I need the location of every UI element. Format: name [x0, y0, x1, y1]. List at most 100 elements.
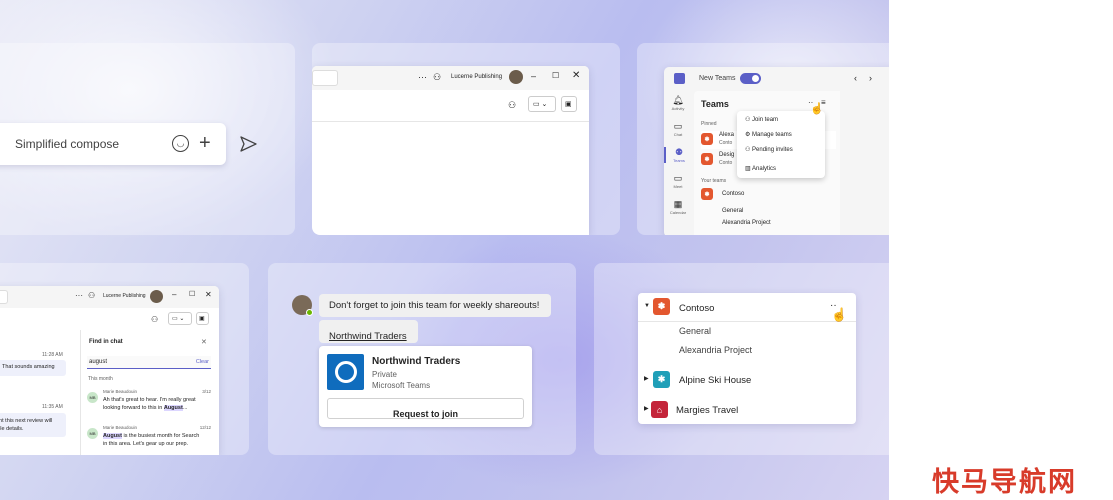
- search-box[interactable]: [0, 290, 8, 304]
- request-to-join-button[interactable]: Request to join: [327, 398, 524, 419]
- result-line: looking forward to this in August...: [103, 405, 188, 411]
- message-time: 11:35 AM: [42, 404, 63, 410]
- find-in-chat-pane: Find in chat ✕ august Clear This month M…: [80, 330, 219, 455]
- pinned-sub: Conto: [719, 140, 733, 146]
- your-teams-label: Your teams: [701, 178, 727, 184]
- more-icon[interactable]: ···: [75, 291, 83, 300]
- send-icon[interactable]: [240, 136, 257, 152]
- more-icon[interactable]: ···: [418, 72, 427, 82]
- compose-box[interactable]: Simplified compose ◡ +: [0, 123, 226, 165]
- message-bubble: Don't forget to join this team for weekl…: [319, 294, 551, 317]
- new-teams-label: New Teams: [699, 75, 736, 82]
- avatar[interactable]: [150, 290, 163, 303]
- avatar: MB: [87, 392, 98, 403]
- channel-alexandria[interactable]: Alexandria Project: [722, 220, 771, 226]
- chat-tile: ··· ⚇ Lucerne Publishing – ☐ ✕ ⚇ ▭ ⌄ ▣ 1…: [0, 263, 249, 455]
- share-icon[interactable]: ▣: [196, 312, 209, 325]
- team-list-panel: ▼ ✽ Contoso ·· ☝ General Alexandria Proj…: [638, 293, 856, 424]
- close-icon[interactable]: ✕: [205, 290, 212, 299]
- emoji-icon[interactable]: ◡: [172, 135, 189, 152]
- teams-tile: New Teams ‹ › 🔔︎ Activity ▭ Chat ⚉ Teams ▭ M…: [637, 43, 889, 235]
- menu-manage-teams[interactable]: ⚙ Manage teams: [745, 131, 792, 138]
- close-icon[interactable]: ✕: [572, 70, 580, 81]
- menu-analytics[interactable]: ▥ Analytics: [745, 165, 776, 172]
- team-card: Northwind Traders Private Microsoft Team…: [319, 346, 532, 427]
- minimize-icon[interactable]: –: [172, 290, 176, 299]
- search-result[interactable]: MB Marie Beaudouin 12/12 August is the b…: [87, 424, 211, 454]
- search-box[interactable]: [312, 70, 338, 86]
- share-icon[interactable]: ▣: [561, 96, 577, 112]
- clear-link[interactable]: Clear: [196, 359, 209, 365]
- invite-tile: Don't forget to join this team for weekl…: [268, 263, 576, 455]
- card-app: Microsoft Teams: [372, 381, 431, 390]
- avatar[interactable]: [509, 70, 523, 84]
- card-title: Northwind Traders: [372, 356, 461, 367]
- team-item-contoso[interactable]: ✽ Contoso: [701, 187, 836, 203]
- menu-pending-invites[interactable]: ⚇ Pending invites: [745, 146, 793, 153]
- team-name: Contoso: [679, 303, 715, 314]
- team-item-alpine[interactable]: ▶ ✱ Alpine Ski House: [638, 369, 856, 391]
- pinned-label: Pinned: [701, 121, 717, 127]
- channel-alexandria[interactable]: Alexandria Project: [679, 345, 752, 355]
- message-bubble: ent this next review willible details.: [0, 413, 66, 437]
- video-call-button[interactable]: ▭ ⌄: [168, 312, 192, 325]
- team-logo-icon: ✽: [701, 133, 713, 145]
- expand-chevron-icon[interactable]: ▶: [644, 375, 649, 382]
- find-title: Find in chat: [89, 339, 123, 345]
- add-people-icon[interactable]: ⚇: [151, 315, 158, 324]
- compose-tile: Simplified compose ◡ +: [0, 43, 295, 235]
- alpine-logo-icon: ✱: [653, 371, 670, 388]
- team-item-contoso[interactable]: ▼ ✽ Contoso ·· ☝: [638, 293, 856, 322]
- team-name: Margies Travel: [676, 405, 739, 416]
- people-icon: ⚇: [88, 291, 96, 300]
- back-icon[interactable]: ‹: [854, 73, 857, 83]
- collapse-chevron-icon[interactable]: ▼: [644, 303, 650, 309]
- maximize-icon[interactable]: ☐: [552, 71, 559, 80]
- watermark: 快马导航网: [932, 467, 1077, 498]
- close-find-icon[interactable]: ✕: [201, 338, 207, 346]
- teams-logo-icon: [674, 73, 685, 84]
- presence-dot: [306, 309, 313, 316]
- avatar: MB: [87, 428, 98, 439]
- contoso-logo-icon: ✽: [653, 298, 670, 315]
- team-item-margies[interactable]: ▶ ⌂ Margies Travel: [638, 399, 856, 421]
- maximize-icon[interactable]: ☐: [189, 290, 195, 298]
- forward-icon[interactable]: ›: [869, 73, 872, 83]
- rail-meet[interactable]: ▭ Meet: [664, 173, 692, 189]
- message-bubble: That sounds amazing: [0, 360, 66, 376]
- team-list-tile: ▼ ✽ Contoso ·· ☝ General Alexandria Proj…: [594, 263, 889, 455]
- window-tile: ··· ⚇ Lucerne Publishing – ☐ ✕ ⚇ ▭ ⌄ ▣: [312, 43, 620, 235]
- channel-general[interactable]: General: [722, 208, 743, 214]
- team-name: Contoso: [722, 191, 745, 197]
- search-result[interactable]: MB Marie Beaudouin 3/12 Ah that's great …: [87, 388, 211, 418]
- org-name: Lucerne Publishing: [451, 74, 503, 80]
- rail-activity[interactable]: 🔔︎ Activity: [664, 95, 692, 111]
- title-bar: ··· ⚇ Lucerne Publishing – ☐ ✕: [312, 66, 589, 90]
- menu-join-team[interactable]: ⚇ Join team: [745, 116, 778, 123]
- people-icon: ⚇: [433, 72, 442, 82]
- cursor-hand-icon: ☝: [810, 103, 824, 115]
- cursor-hand-icon: ☝: [831, 307, 848, 322]
- this-month-label: This month: [88, 376, 113, 382]
- chat-header: ⚇ ▭ ⌄ ▣: [312, 90, 589, 122]
- margies-logo-icon: ⌂: [651, 401, 668, 418]
- rail-teams[interactable]: ⚉ Teams: [664, 147, 692, 163]
- rail-chat[interactable]: ▭ Chat: [664, 121, 692, 137]
- plus-icon[interactable]: +: [199, 132, 211, 155]
- message-time: 11:28 AM: [42, 352, 63, 358]
- team-logo-icon: ✽: [701, 153, 713, 165]
- rail-calendar[interactable]: ▦ Calendar: [664, 199, 692, 215]
- minimize-icon[interactable]: –: [531, 71, 536, 81]
- compose-placeholder: Simplified compose: [15, 137, 120, 151]
- find-search-input[interactable]: august Clear: [87, 356, 211, 369]
- pinned-sub: Conto: [719, 160, 733, 166]
- expand-chevron-icon[interactable]: ▶: [644, 405, 649, 412]
- pinned-name: Alexa: [719, 132, 735, 138]
- team-logo-icon: ✽: [701, 188, 713, 200]
- add-people-icon[interactable]: ⚇: [508, 100, 516, 111]
- new-teams-toggle[interactable]: [740, 73, 761, 84]
- teams-title: Teams: [701, 99, 729, 109]
- channel-general[interactable]: General: [679, 326, 711, 336]
- video-call-button[interactable]: ▭ ⌄: [528, 96, 556, 112]
- team-link-bubble[interactable]: Northwind Traders: [319, 320, 418, 343]
